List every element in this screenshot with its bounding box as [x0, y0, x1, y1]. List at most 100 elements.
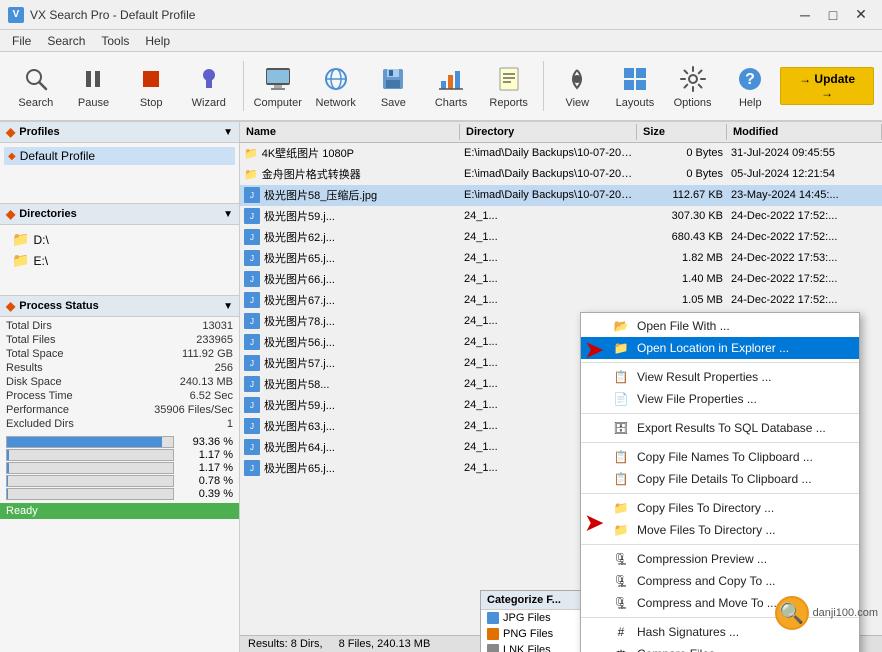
col-header-dir[interactable]: Directory	[460, 124, 637, 140]
file-name-cell: J极光图片57.j...	[240, 354, 460, 372]
save-icon	[377, 63, 409, 95]
table-row[interactable]: J极光图片59.j... 24_1... 307.30 KB 24-Dec-20…	[240, 206, 882, 227]
watermark: 🔍 danji100.com	[775, 596, 878, 630]
cat-lnk-dot	[487, 644, 499, 652]
col-header-modified[interactable]: Modified	[727, 124, 882, 140]
dir-item-e[interactable]: 📁 E:\	[4, 250, 235, 271]
options-button[interactable]: Options	[665, 56, 721, 116]
ctx-export-sql-icon: 🗄	[613, 421, 629, 435]
file-modified-cell: 31-Jul-2024 09:45:55	[727, 146, 882, 160]
table-row[interactable]: 📁金舟图片格式转换器 E:\imad\Daily Backups\10-07-2…	[240, 164, 882, 185]
dir-item-d[interactable]: 📁 D:\	[4, 229, 235, 250]
ctx-view-result-label: View Result Properties ...	[637, 370, 772, 384]
status-rows: Total Dirs 13031 Total Files 233965 Tota…	[0, 317, 239, 433]
ctx-export-sql[interactable]: 🗄 Export Results To SQL Database ...	[581, 417, 859, 439]
image-icon: J	[244, 313, 260, 329]
profile-default[interactable]: ◆ Default Profile	[4, 147, 235, 165]
file-modified-cell: 23-May-2024 14:45:...	[727, 188, 882, 202]
ctx-open-with-icon: 📂	[613, 319, 629, 333]
layouts-button[interactable]: Layouts	[607, 56, 663, 116]
col-header-size[interactable]: Size	[637, 124, 727, 140]
ctx-copy-files-icon: 📁	[613, 501, 629, 515]
progress-track-0	[6, 436, 174, 448]
table-row[interactable]: J极光图片65.j... 24_1... 1.82 MB 24-Dec-2022…	[240, 248, 882, 269]
menu-search[interactable]: Search	[39, 32, 93, 50]
ctx-compare-files-label: Compare Files ...	[637, 647, 728, 652]
charts-icon	[435, 63, 467, 95]
menu-help[interactable]: Help	[137, 32, 178, 50]
save-label: Save	[381, 97, 406, 109]
file-modified-cell: 24-Dec-2022 17:52:...	[727, 230, 882, 244]
image-icon: J	[244, 418, 260, 434]
bottom-status-text: Results: 8 Dirs,	[248, 638, 323, 650]
directories-header: ◆ Directories ▼	[0, 203, 239, 225]
file-name: 极光图片65.j...	[264, 460, 335, 476]
save-button[interactable]: Save	[366, 56, 422, 116]
image-icon: J	[244, 229, 260, 245]
network-button[interactable]: Network	[308, 56, 364, 116]
wizard-button[interactable]: Wizard	[181, 56, 237, 116]
stop-label: Stop	[140, 97, 163, 109]
menu-file[interactable]: File	[4, 32, 39, 50]
ctx-copy-details[interactable]: 📋 Copy File Details To Clipboard ...	[581, 468, 859, 490]
table-row[interactable]: J极光图片67.j... 24_1... 1.05 MB 24-Dec-2022…	[240, 290, 882, 311]
status-collapse[interactable]: ▼	[223, 301, 233, 312]
ctx-view-result-props[interactable]: 📋 View Result Properties ...	[581, 366, 859, 388]
ctx-view-file-props[interactable]: 📄 View File Properties ...	[581, 388, 859, 410]
computer-label: Computer	[254, 97, 302, 109]
ctx-move-files[interactable]: 📁 Move Files To Directory ...	[581, 519, 859, 541]
table-row[interactable]: J极光图片66.j... 24_1... 1.40 MB 24-Dec-2022…	[240, 269, 882, 290]
file-dir-cell: 24_1...	[460, 230, 637, 244]
ctx-hash-sigs-label: Hash Signatures ...	[637, 625, 739, 639]
ctx-open-with[interactable]: 📂 Open File With ...	[581, 315, 859, 337]
status-row-excluded-dirs: Excluded Dirs 1	[6, 417, 233, 431]
layouts-icon	[619, 63, 651, 95]
ctx-copy-names[interactable]: 📋 Copy File Names To Clipboard ...	[581, 446, 859, 468]
ctx-compress-copy[interactable]: 🗜 Compress and Copy To ...	[581, 570, 859, 592]
search-button[interactable]: Search	[8, 56, 64, 116]
reports-button[interactable]: Reports	[481, 56, 537, 116]
minimize-button[interactable]: ─	[792, 5, 818, 25]
col-header-name[interactable]: Name	[240, 124, 460, 140]
close-button[interactable]: ✕	[848, 5, 874, 25]
computer-button[interactable]: Computer	[250, 56, 306, 116]
image-icon: J	[244, 187, 260, 203]
ctx-open-location[interactable]: 📁 Open Location in Explorer ...	[581, 337, 859, 359]
file-modified-cell: 24-Dec-2022 17:52:...	[727, 209, 882, 223]
search-icon	[20, 63, 52, 95]
directories-title: Directories	[19, 208, 76, 220]
profiles-header: ◆ Profiles ▼	[0, 122, 239, 143]
progress-track-4	[6, 488, 174, 500]
stop-button[interactable]: Stop	[123, 56, 179, 116]
network-icon	[320, 63, 352, 95]
file-name-cell: J极光图片67.j...	[240, 291, 460, 309]
dirs-collapse[interactable]: ▼	[223, 209, 233, 220]
charts-button[interactable]: Charts	[423, 56, 479, 116]
menu-tools[interactable]: Tools	[93, 32, 137, 50]
ctx-copy-files[interactable]: 📁 Copy Files To Directory ...	[581, 497, 859, 519]
progress-label-1: 1.17 %	[178, 449, 233, 461]
pause-button[interactable]: Pause	[66, 56, 122, 116]
ctx-compare-files[interactable]: ⚖ Compare Files ...	[581, 643, 859, 652]
status-row-results: Results 256	[6, 361, 233, 375]
maximize-button[interactable]: □	[820, 5, 846, 25]
network-label: Network	[316, 97, 356, 109]
ctx-open-location-label: Open Location in Explorer ...	[637, 341, 789, 355]
bottom-status-text2: 8 Files, 240.13 MB	[339, 638, 431, 650]
table-row[interactable]: 📁4K壁纸图片 1080P E:\imad\Daily Backups\10-0…	[240, 143, 882, 164]
ctx-compression-preview[interactable]: 🗜 Compression Preview ...	[581, 548, 859, 570]
image-icon: J	[244, 460, 260, 476]
update-button[interactable]: → Update →	[780, 67, 874, 105]
right-panel: Name Directory Size Modified 📁4K壁纸图片 108…	[240, 122, 882, 652]
view-button[interactable]: View	[549, 56, 605, 116]
charts-label: Charts	[435, 97, 467, 109]
profiles-collapse[interactable]: ▼	[223, 127, 233, 138]
profile-default-label: Default Profile	[20, 149, 95, 163]
main-layout: ◆ Profiles ▼ ◆ Default Profile ◆ Directo…	[0, 122, 882, 652]
table-row[interactable]: J极光图片62.j... 24_1... 680.43 KB 24-Dec-20…	[240, 227, 882, 248]
file-name: 极光图片67.j...	[264, 292, 335, 308]
progress-track-3	[6, 475, 174, 487]
table-row[interactable]: J极光图片58_压缩后.jpg E:\imad\Daily Backups\10…	[240, 185, 882, 206]
help-button[interactable]: ? Help	[722, 56, 778, 116]
folder-icon: 📁	[244, 168, 258, 181]
